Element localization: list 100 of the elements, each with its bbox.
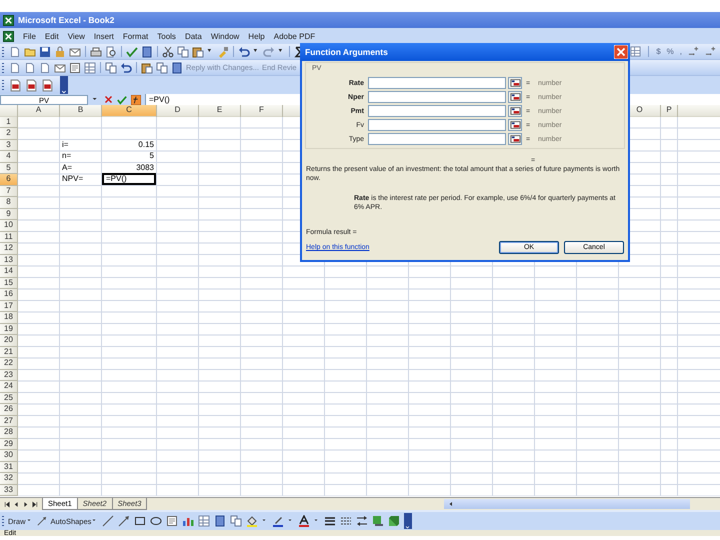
first-sheet-icon[interactable] <box>4 500 11 508</box>
3d-style-icon[interactable] <box>388 515 400 527</box>
next-sheet-icon[interactable] <box>22 500 29 508</box>
row-header[interactable]: 30 <box>0 450 18 462</box>
argument-field[interactable] <box>368 133 506 145</box>
menu-item[interactable]: Data <box>184 32 202 40</box>
row-header[interactable]: 5 <box>0 162 18 174</box>
row-header[interactable]: 19 <box>0 324 18 335</box>
row-header[interactable]: 13 <box>0 254 18 266</box>
caret-icon[interactable] <box>314 518 320 524</box>
row-header[interactable]: 32 <box>0 473 18 484</box>
sheet-cell[interactable]: NPV= <box>60 174 101 184</box>
copy-icon[interactable] <box>177 46 189 58</box>
row-header[interactable]: 3 <box>0 140 18 151</box>
decimal-icon[interactable] <box>688 46 699 57</box>
copy-icon[interactable] <box>156 62 168 74</box>
column-header[interactable]: P <box>661 105 677 116</box>
row-header[interactable]: 16 <box>0 289 18 300</box>
collapse-dialog-button[interactable] <box>508 105 522 117</box>
arrow-style-icon[interactable] <box>356 515 368 527</box>
note-icon[interactable] <box>69 62 81 74</box>
cancel-icon[interactable] <box>104 95 113 104</box>
chart-icon[interactable] <box>182 515 194 527</box>
column-header[interactable]: F <box>241 105 282 116</box>
argument-field[interactable] <box>368 91 506 103</box>
undo-icon[interactable] <box>238 46 250 58</box>
sheet-cell[interactable]: i= <box>60 140 101 150</box>
select-objects-icon[interactable] <box>36 516 47 526</box>
row-header[interactable]: 14 <box>0 266 18 278</box>
sheet-cell[interactable]: =PV() <box>102 173 156 184</box>
horizontal-scrollbar[interactable] <box>444 499 690 509</box>
row-header[interactable]: 31 <box>0 462 18 473</box>
arrow-icon[interactable] <box>118 515 130 527</box>
row-header[interactable]: 18 <box>0 312 18 324</box>
sheet-cell[interactable]: A= <box>60 162 101 173</box>
format-button[interactable]: % <box>666 47 674 56</box>
column-header[interactable]: C <box>102 105 156 116</box>
copy-icon[interactable] <box>105 62 117 74</box>
envelope-icon[interactable] <box>69 46 81 58</box>
column-header[interactable]: A <box>18 105 59 116</box>
menu-item[interactable]: Window <box>210 32 240 40</box>
grid-icon[interactable] <box>198 515 210 527</box>
column-header[interactable]: B <box>60 105 101 116</box>
line-icon[interactable] <box>102 515 114 527</box>
column-header[interactable]: E <box>199 105 240 116</box>
format-button[interactable]: $ <box>656 47 661 56</box>
text-box-icon[interactable] <box>166 515 178 527</box>
clipboard-icon[interactable] <box>141 62 153 74</box>
line-color-icon[interactable] <box>272 515 284 527</box>
row-header[interactable]: 8 <box>0 197 18 208</box>
row-header[interactable]: 15 <box>0 278 18 289</box>
book-icon[interactable] <box>171 62 183 74</box>
menu-item[interactable]: Insert <box>94 32 114 40</box>
menu-item[interactable]: Format <box>122 32 148 40</box>
scroll-left-icon[interactable] <box>448 501 454 507</box>
argument-field[interactable] <box>368 77 506 89</box>
oval-icon[interactable] <box>150 515 162 527</box>
format-button[interactable]: , <box>680 47 682 56</box>
row-header[interactable]: 7 <box>0 186 18 197</box>
row-header[interactable]: 20 <box>0 335 18 346</box>
row-header[interactable]: 27 <box>0 416 18 427</box>
caret-icon[interactable] <box>288 518 294 524</box>
row-header[interactable]: 21 <box>0 346 18 358</box>
row-header[interactable]: 29 <box>0 438 18 450</box>
row-header[interactable]: 25 <box>0 392 18 404</box>
close-icon[interactable] <box>614 45 628 59</box>
toolbar-options-button[interactable] <box>60 76 68 94</box>
menu-item[interactable]: Help <box>248 32 265 40</box>
shadow-style-icon[interactable] <box>372 515 384 527</box>
font-color-icon[interactable] <box>298 515 310 527</box>
book-icon[interactable] <box>141 46 153 58</box>
menu-item[interactable]: Tools <box>157 32 176 40</box>
row-header[interactable]: 23 <box>0 370 18 381</box>
row-header[interactable]: 22 <box>0 358 18 370</box>
book-icon[interactable] <box>214 515 226 527</box>
undo-icon[interactable] <box>120 62 132 74</box>
row-header[interactable]: 1 <box>0 116 18 128</box>
row-header[interactable]: 9 <box>0 208 18 220</box>
toolbar-options-button[interactable] <box>404 513 412 529</box>
copy-icon[interactable] <box>230 515 242 527</box>
pdf-icon[interactable] <box>41 78 54 92</box>
sheet-cell[interactable]: n= <box>60 151 101 162</box>
spelling-check-icon[interactable] <box>126 46 138 58</box>
row-header[interactable]: 6 <box>0 174 18 186</box>
row-header[interactable]: 26 <box>0 404 18 416</box>
enter-icon[interactable] <box>117 94 127 104</box>
row-header[interactable]: 2 <box>0 128 18 140</box>
workbook-icon[interactable] <box>3 30 14 42</box>
decimal-icon[interactable] <box>705 46 716 57</box>
argument-field[interactable] <box>368 119 506 131</box>
menu-item[interactable]: File <box>23 32 36 40</box>
row-header[interactable]: 17 <box>0 300 18 312</box>
pdf-icon[interactable] <box>25 78 38 92</box>
sheet-cell[interactable]: 0.15 <box>102 140 156 150</box>
print-preview-icon[interactable] <box>105 46 117 58</box>
insert-function-icon[interactable] <box>131 94 141 104</box>
grid-icon[interactable] <box>84 62 96 74</box>
printer-icon[interactable] <box>90 46 102 58</box>
clipboard-icon[interactable] <box>192 46 204 58</box>
dash-style-icon[interactable] <box>340 515 352 527</box>
